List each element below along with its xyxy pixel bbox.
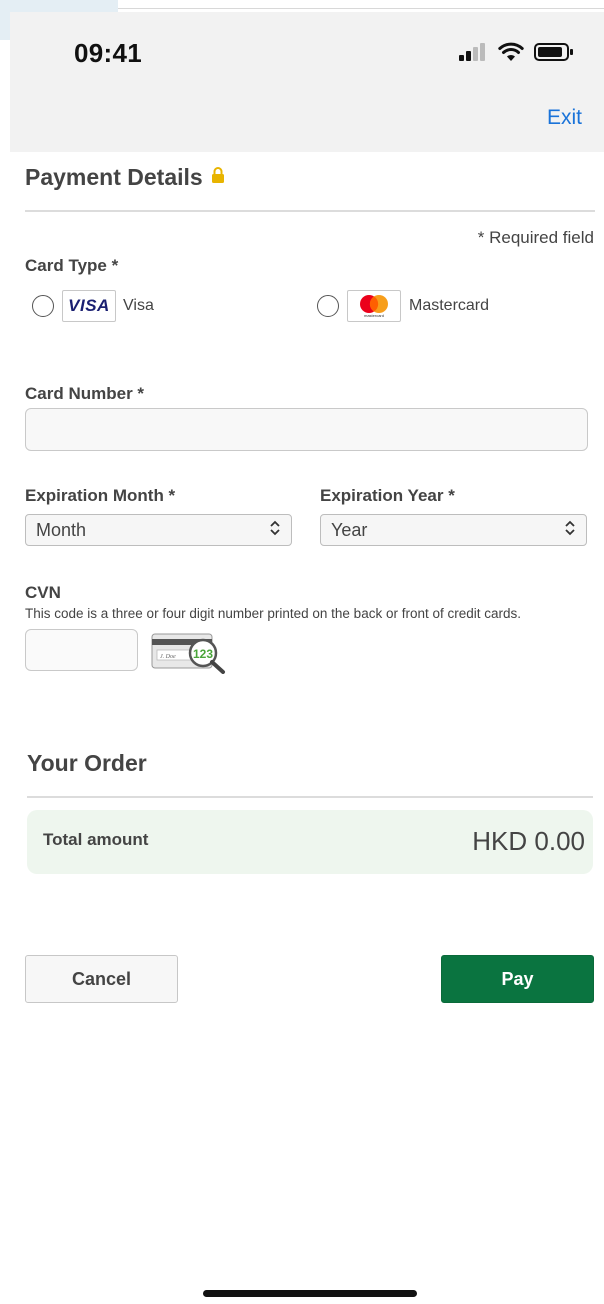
section-divider: [25, 210, 595, 212]
card-option-mastercard[interactable]: mastercard Mastercard: [317, 290, 489, 322]
payment-details-heading: Payment Details: [25, 164, 225, 191]
visa-logo-icon: VISA: [62, 290, 116, 322]
cvn-hint-digits: 123: [193, 647, 213, 661]
select-chevron-icon: [564, 520, 576, 541]
exp-month-select[interactable]: Month: [25, 514, 292, 546]
total-summary: Total amount HKD 0.00: [27, 810, 593, 874]
card-number-input[interactable]: [25, 408, 588, 451]
lock-icon: [211, 166, 225, 189]
select-chevron-icon: [269, 520, 281, 541]
order-title: Your Order: [27, 750, 147, 776]
cvn-hint-card-icon: J. Doe 123: [151, 630, 233, 679]
visa-label: Visa: [123, 297, 154, 314]
battery-icon: [534, 42, 574, 67]
exp-month-value: Month: [36, 519, 87, 540]
signal-icon: [458, 42, 488, 67]
exp-month-label: Expiration Month *: [25, 486, 176, 505]
home-indicator: [203, 1290, 417, 1297]
mastercard-radio[interactable]: [317, 295, 339, 317]
order-divider: [27, 796, 593, 798]
cvn-input[interactable]: [25, 629, 138, 671]
svg-text:J. Doe: J. Doe: [160, 654, 176, 660]
card-option-visa[interactable]: VISA Visa: [32, 290, 154, 322]
cvn-help-text: This code is a three or four digit numbe…: [25, 606, 521, 621]
mastercard-logo-icon: mastercard: [347, 290, 401, 322]
required-note: * Required field: [477, 228, 594, 247]
background-divider: [118, 8, 604, 9]
total-value: HKD 0.00: [472, 826, 585, 856]
payment-screen: 09:41 Exit Payment Details * Required fi…: [0, 0, 604, 1304]
cancel-button[interactable]: Cancel: [25, 955, 178, 1003]
pay-button[interactable]: Pay: [441, 955, 594, 1003]
wifi-icon: [498, 42, 524, 67]
status-icons: [458, 42, 574, 66]
header: 09:41 Exit: [10, 12, 604, 152]
card-type-label: Card Type *: [25, 256, 119, 275]
mastercard-label: Mastercard: [409, 297, 490, 314]
exp-year-value: Year: [331, 519, 368, 540]
exit-link[interactable]: Exit: [547, 106, 582, 130]
total-label: Total amount: [43, 830, 149, 849]
visa-radio[interactable]: [32, 295, 54, 317]
exp-year-label: Expiration Year *: [320, 486, 455, 505]
card-number-label: Card Number *: [25, 384, 145, 403]
cvn-label: CVN: [25, 583, 61, 602]
status-time: 09:41: [74, 38, 142, 68]
section-title: Payment Details: [25, 164, 203, 190]
exp-year-select[interactable]: Year: [320, 514, 587, 546]
